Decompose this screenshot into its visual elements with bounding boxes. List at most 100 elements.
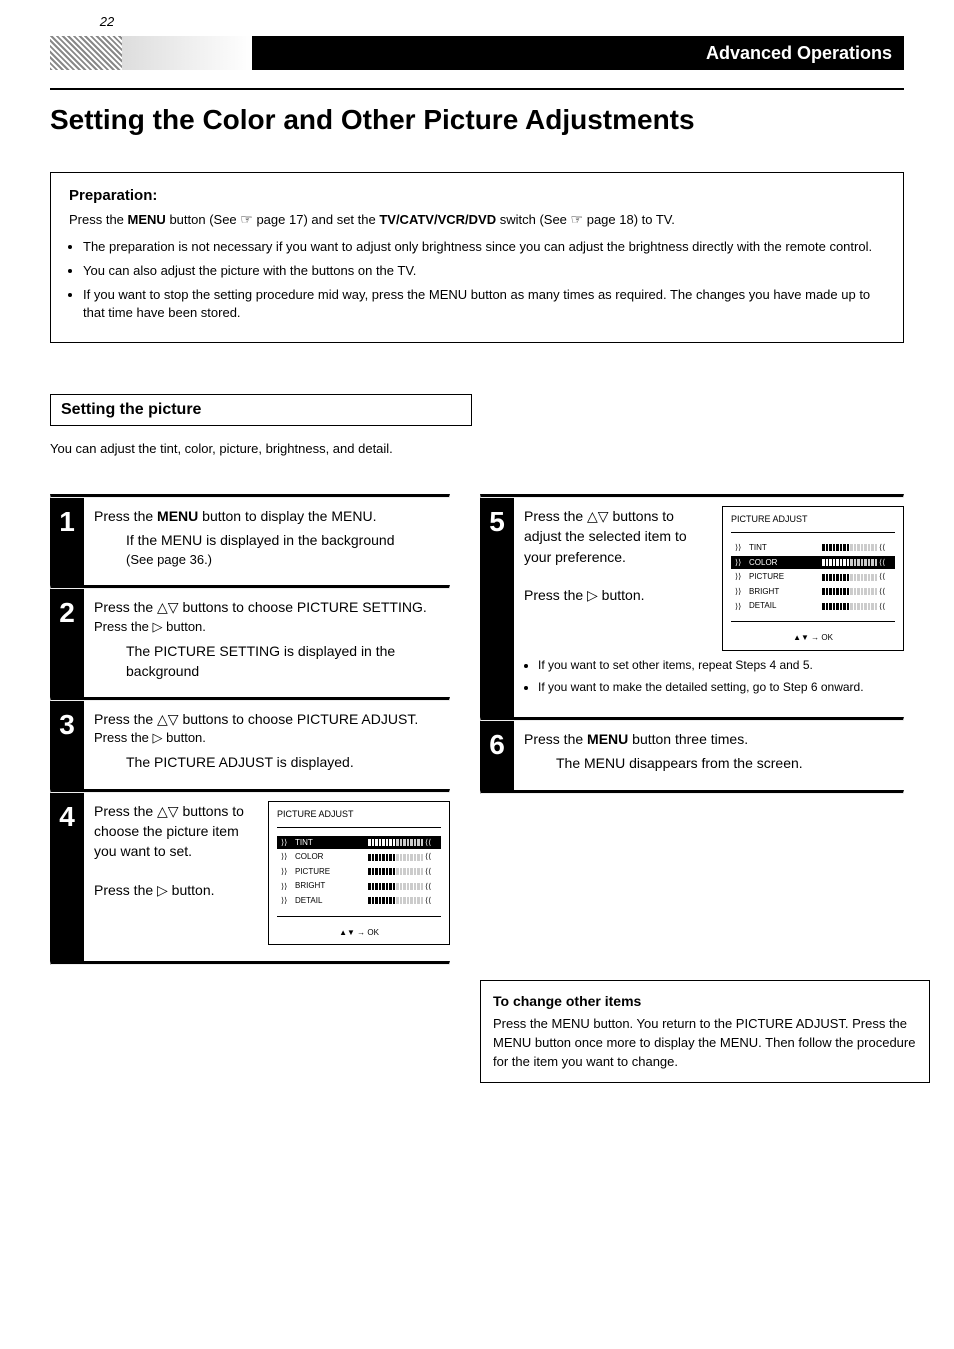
arrows-right-icon: ⟨⟨ — [879, 544, 891, 551]
osd-picture-adjust: PICTURE ADJUST ⟩⟩TINT⟨⟨⟩⟩COLOR⟨⟨⟩⟩PICTUR… — [722, 506, 904, 651]
step-text: Press the ▷ button. — [94, 880, 258, 900]
step-text: Press the ▷ button. — [94, 618, 450, 637]
arrows-left-icon: ⟩⟩ — [735, 544, 747, 551]
step-number: 1 — [50, 498, 84, 585]
step-number: 2 — [50, 589, 84, 697]
arrows-left-icon: ⟩⟩ — [281, 883, 293, 890]
osd-item-label: TINT — [295, 837, 368, 849]
arrows-left-icon: ⟩⟩ — [281, 868, 293, 875]
step-rule — [50, 961, 450, 965]
osd-row: ⟩⟩BRIGHT ⟨⟨ — [277, 879, 441, 893]
to-change-heading: To change other items — [493, 991, 917, 1011]
arrows-left-icon: ⟩⟩ — [281, 853, 293, 860]
step-3: 3 Press the △▽ buttons to choose PICTURE… — [50, 701, 450, 788]
step-result: The PICTURE ADJUST is displayed. — [126, 752, 450, 772]
preparation-heading: Preparation: — [69, 187, 885, 204]
step-result: The PICTURE SETTING is displayed in the … — [126, 641, 450, 682]
osd-item-label: DETAIL — [749, 600, 822, 612]
step-rule — [480, 790, 904, 794]
level-bar — [368, 883, 423, 890]
osd-item-label: PICTURE — [295, 866, 368, 878]
osd-row: ⟩⟩TINT ⟨⟨ — [277, 836, 441, 850]
arrows-left-icon: ⟩⟩ — [281, 839, 293, 846]
prep-text: page 17) and set the — [256, 212, 379, 227]
arrows-right-icon: ⟨⟨ — [879, 603, 891, 610]
osd-item-label: COLOR — [749, 557, 822, 569]
arrows-right-icon: ⟨⟨ — [425, 883, 437, 890]
prep-tvvcr: TV/CATV/VCR/DVD — [379, 212, 496, 227]
osd-row: ⟩⟩COLOR ⟨⟨ — [277, 850, 441, 864]
step-text: Press the △▽ buttons to adjust the selec… — [524, 506, 712, 567]
arrows-left-icon: ⟩⟩ — [281, 897, 293, 904]
osd-hint: ▲▼ → OK — [277, 927, 441, 939]
osd-item-label: DETAIL — [295, 895, 368, 907]
step-ref: (See page 36.) — [126, 551, 450, 570]
steps-column-right: 5 Press the △▽ buttons to adjust the sel… — [480, 494, 904, 794]
arrows-left-icon: ⟩⟩ — [735, 588, 747, 595]
step-6: 6 Press the MENU button three times. The… — [480, 721, 904, 790]
arrows-left-icon: ⟩⟩ — [735, 603, 747, 610]
prep-bullet: You can also adjust the picture with the… — [83, 262, 885, 280]
section-header-bar: Advanced Operations — [50, 36, 904, 70]
arrows-left-icon: ⟩⟩ — [735, 559, 747, 566]
preparation-box: Preparation: Press the MENU button (See … — [50, 172, 904, 343]
osd-rows: ⟩⟩TINT⟨⟨⟩⟩COLOR⟨⟨⟩⟩PICTURE⟨⟨⟩⟩BRIGHT⟨⟨⟩⟩… — [731, 541, 895, 613]
osd-row: ⟩⟩TINT ⟨⟨ — [731, 541, 895, 555]
prep-bullet: The preparation is not necessary if you … — [83, 238, 885, 256]
osd-row: ⟩⟩BRIGHT ⟨⟨ — [731, 585, 895, 599]
to-change-box: To change other items Press the MENU but… — [480, 980, 930, 1083]
level-bar — [368, 854, 423, 861]
preparation-bullets: The preparation is not necessary if you … — [83, 238, 885, 323]
step-bullet: If you want to make the detailed setting… — [538, 679, 904, 695]
arrows-right-icon: ⟨⟨ — [425, 897, 437, 904]
step-5: 5 Press the △▽ buttons to adjust the sel… — [480, 498, 904, 717]
osd-hint: ▲▼ → OK — [731, 632, 895, 644]
level-bar — [822, 603, 877, 610]
osd-row: ⟩⟩DETAIL ⟨⟨ — [277, 894, 441, 908]
step-text: Press the △▽ buttons to choose PICTURE A… — [94, 709, 450, 729]
arrows-right-icon: ⟨⟨ — [879, 588, 891, 595]
step-result: The MENU disappears from the screen. — [556, 753, 904, 773]
subsection-heading: Setting the picture — [50, 394, 472, 426]
page-number: 22 — [95, 14, 119, 29]
banner-fade — [122, 36, 252, 70]
page-ref-icon: ☞ — [571, 213, 584, 228]
arrows-right-icon: ⟨⟨ — [425, 853, 437, 860]
step-text: Press the MENU button to display the MEN… — [94, 506, 450, 526]
step-4: 4 Press the △▽ buttons to choose the pic… — [50, 793, 450, 962]
arrows-left-icon: ⟩⟩ — [735, 573, 747, 580]
prep-bullet: If you want to stop the setting procedur… — [83, 286, 885, 322]
level-bar — [368, 839, 423, 846]
osd-item-label: TINT — [749, 542, 822, 554]
arrows-right-icon: ⟨⟨ — [425, 839, 437, 846]
steps-column-left: 1 Press the MENU button to display the M… — [50, 494, 450, 965]
level-bar — [822, 559, 877, 566]
preparation-line: Press the MENU button (See ☞ page 17) an… — [69, 210, 885, 232]
level-bar — [368, 868, 423, 875]
osd-rows: ⟩⟩TINT⟨⟨⟩⟩COLOR⟨⟨⟩⟩PICTURE⟨⟨⟩⟩BRIGHT⟨⟨⟩⟩… — [277, 836, 441, 908]
step-text: Press the MENU button three times. — [524, 729, 904, 749]
step-text: Press the ▷ button. — [94, 729, 450, 748]
level-bar — [822, 574, 877, 581]
prep-text: page 18) to TV. — [587, 212, 675, 227]
step-text: Press the ▷ button. — [524, 585, 712, 605]
chapter-title: Setting the Color and Other Picture Adju… — [50, 104, 904, 136]
osd-separator — [277, 827, 441, 828]
prep-text: switch (See — [500, 212, 571, 227]
osd-picture-adjust: PICTURE ADJUST ⟩⟩TINT⟨⟨⟩⟩COLOR⟨⟨⟩⟩PICTUR… — [268, 801, 450, 946]
section-underline — [50, 88, 904, 90]
level-bar — [368, 897, 423, 904]
osd-separator — [731, 532, 895, 533]
osd-item-label: COLOR — [295, 851, 368, 863]
prep-text: Press the — [69, 212, 128, 227]
banner-hatch — [50, 36, 122, 70]
step-number: 4 — [50, 793, 84, 962]
step-number: 5 — [480, 498, 514, 717]
arrows-right-icon: ⟨⟨ — [879, 559, 891, 566]
step-1: 1 Press the MENU button to display the M… — [50, 498, 450, 585]
osd-item-label: BRIGHT — [749, 586, 822, 598]
section-title: Advanced Operations — [706, 36, 892, 70]
level-bar — [822, 588, 877, 595]
osd-item-label: BRIGHT — [295, 880, 368, 892]
osd-title: PICTURE ADJUST — [277, 808, 441, 821]
